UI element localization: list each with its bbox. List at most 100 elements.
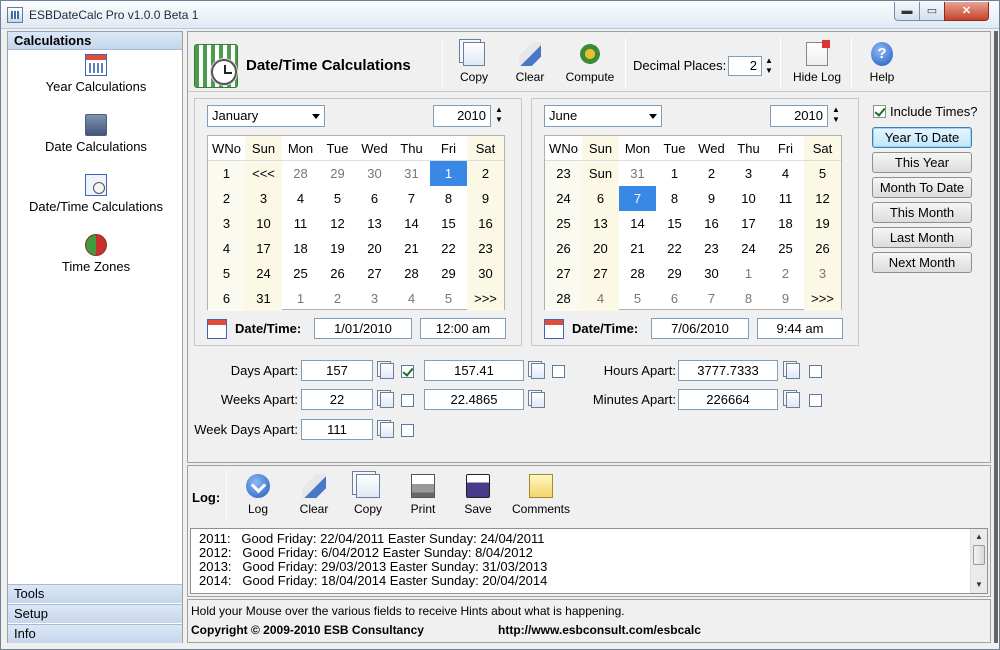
this-year-button[interactable]: This Year <box>872 152 972 173</box>
next-month-link[interactable]: >>> <box>804 286 841 311</box>
log-scrollbar[interactable]: ▲ ▼ <box>970 529 987 593</box>
calendar-day[interactable]: 17 <box>730 211 767 236</box>
spin-up-icon[interactable]: ▲ <box>765 56 773 65</box>
calendar-day[interactable]: 12 <box>319 211 356 236</box>
this-month-button[interactable]: This Month <box>872 202 972 223</box>
calendar-day[interactable]: 19 <box>319 236 356 261</box>
calendar-day[interactable]: 12 <box>804 186 841 211</box>
calendar-day[interactable]: 28 <box>619 261 656 286</box>
sidebar-item-time-zones[interactable]: Time Zones <box>8 234 184 274</box>
spin-down-icon[interactable]: ▼ <box>832 115 840 124</box>
calendar-day[interactable]: 2 <box>693 161 730 186</box>
calendar-day[interactable]: 7 <box>393 186 430 211</box>
log-comments-button[interactable]: Comments <box>506 474 576 516</box>
calendar-day[interactable]: 18 <box>767 211 804 236</box>
calendar-day[interactable]: 10 <box>730 186 767 211</box>
calendar-day[interactable]: Sun <box>582 161 619 186</box>
scroll-down-icon[interactable]: ▼ <box>973 579 985 591</box>
calendar-day[interactable]: 6 <box>582 186 619 211</box>
calendar-day[interactable]: 9 <box>467 186 504 211</box>
calendar-day[interactable]: 9 <box>767 286 804 311</box>
start-month-select[interactable]: January <box>207 105 325 127</box>
copy-icon[interactable] <box>531 392 545 408</box>
calendar-day[interactable]: 28 <box>282 161 319 186</box>
app-icon[interactable] <box>7 7 23 23</box>
calendar-day[interactable]: 11 <box>767 186 804 211</box>
scroll-thumb[interactable] <box>973 545 985 565</box>
calendar-day[interactable]: 18 <box>282 236 319 261</box>
start-date-field[interactable]: 1/01/2010 <box>314 318 412 339</box>
calendar-day[interactable]: 26 <box>804 236 841 261</box>
days-apart-decimal-field[interactable]: 157.41 <box>424 360 524 381</box>
calendar-day[interactable]: 13 <box>356 211 393 236</box>
calendar-picker-icon[interactable] <box>207 319 227 339</box>
calendar-day[interactable]: 25 <box>282 261 319 286</box>
calendar-day[interactable]: 22 <box>430 236 467 261</box>
calendar-day[interactable]: 20 <box>582 236 619 261</box>
calendar-day[interactable]: 5 <box>619 286 656 311</box>
help-button[interactable]: ? Help <box>855 42 909 84</box>
weeks-apart-decimal-field[interactable]: 22.4865 <box>424 389 524 410</box>
calendar-day[interactable]: 1 <box>430 161 467 186</box>
spin-down-icon[interactable]: ▼ <box>765 66 773 75</box>
calendar-day[interactable]: 3 <box>804 261 841 286</box>
sidebar-section-setup[interactable]: Setup <box>8 604 182 623</box>
start-calendar-grid[interactable]: WNo Sun Mon Tue Wed Thu Fri Sat 1 <<< 28 29 30 31 1 2 2 3… <box>207 135 505 311</box>
decimal-places-spinner[interactable]: ▲ ▼ <box>764 56 774 78</box>
end-year-input[interactable]: 2010 <box>770 105 828 127</box>
checkbox-checked-icon[interactable] <box>873 105 886 118</box>
calendar-day[interactable]: 21 <box>619 236 656 261</box>
calendar-day[interactable]: 4 <box>767 161 804 186</box>
calendar-day[interactable]: 9 <box>693 186 730 211</box>
next-month-link[interactable]: >>> <box>467 286 504 311</box>
calendar-day[interactable]: 6 <box>656 286 693 311</box>
calendar-day[interactable]: 11 <box>282 211 319 236</box>
calendar-day[interactable]: 22 <box>656 236 693 261</box>
calendar-day[interactable]: 25 <box>767 236 804 261</box>
calendar-day[interactable]: 8 <box>656 186 693 211</box>
hide-log-button[interactable]: Hide Log <box>788 40 846 84</box>
end-calendar-grid[interactable]: WNo Sun Mon Tue Wed Thu Fri Sat 23 Sun 31 1 2 3 4 5 24 6 7… <box>544 135 842 311</box>
calendar-day[interactable]: 30 <box>693 261 730 286</box>
calendar-day[interactable]: 10 <box>245 211 282 236</box>
copy-button[interactable]: Copy <box>447 42 501 84</box>
weeks-apart-checkbox[interactable] <box>401 394 414 407</box>
calendar-day[interactable]: 1 <box>656 161 693 186</box>
minimize-button[interactable]: ▬ <box>894 2 920 21</box>
copy-icon[interactable] <box>380 392 394 408</box>
days-apart-decimal-checkbox[interactable] <box>552 365 565 378</box>
calendar-day[interactable]: 28 <box>393 261 430 286</box>
weeks-apart-field[interactable]: 22 <box>301 389 373 410</box>
copy-icon[interactable] <box>531 363 545 379</box>
calendar-day[interactable]: 13 <box>582 211 619 236</box>
end-year-spinner[interactable]: ▲ ▼ <box>831 105 841 127</box>
week-days-apart-field[interactable]: 111 <box>301 419 373 440</box>
week-days-apart-checkbox[interactable] <box>401 424 414 437</box>
include-times-checkbox[interactable]: Include Times? <box>873 104 977 119</box>
calendar-day[interactable]: 23 <box>693 236 730 261</box>
sidebar-header-calculations[interactable]: Calculations <box>8 32 182 50</box>
calendar-day[interactable]: 3 <box>356 286 393 311</box>
log-print-button[interactable]: Print <box>395 474 451 516</box>
calendar-day[interactable]: 19 <box>804 211 841 236</box>
calendar-day[interactable]: 4 <box>582 286 619 311</box>
calendar-day[interactable]: 15 <box>430 211 467 236</box>
minutes-apart-checkbox[interactable] <box>809 394 822 407</box>
calendar-day[interactable]: 1 <box>282 286 319 311</box>
calendar-day[interactable]: 27 <box>582 261 619 286</box>
calendar-day[interactable]: 30 <box>356 161 393 186</box>
calendar-day[interactable]: 29 <box>656 261 693 286</box>
calendar-day[interactable]: 5 <box>804 161 841 186</box>
log-output[interactable]: 2011: Good Friday: 22/04/2011 Easter Sun… <box>190 528 988 594</box>
calendar-day[interactable]: 31 <box>245 286 282 311</box>
copy-icon[interactable] <box>380 363 394 379</box>
calendar-day[interactable]: 23 <box>467 236 504 261</box>
days-apart-field[interactable]: 157 <box>301 360 373 381</box>
close-button[interactable]: ✕ <box>944 2 989 21</box>
sidebar-item-datetime-calculations[interactable]: Date/Time Calculations <box>8 174 184 214</box>
calendar-day[interactable]: 29 <box>430 261 467 286</box>
calendar-day[interactable]: 4 <box>282 186 319 211</box>
calendar-day[interactable]: 21 <box>393 236 430 261</box>
spin-up-icon[interactable]: ▲ <box>832 105 840 114</box>
log-button[interactable]: Log <box>230 474 286 516</box>
